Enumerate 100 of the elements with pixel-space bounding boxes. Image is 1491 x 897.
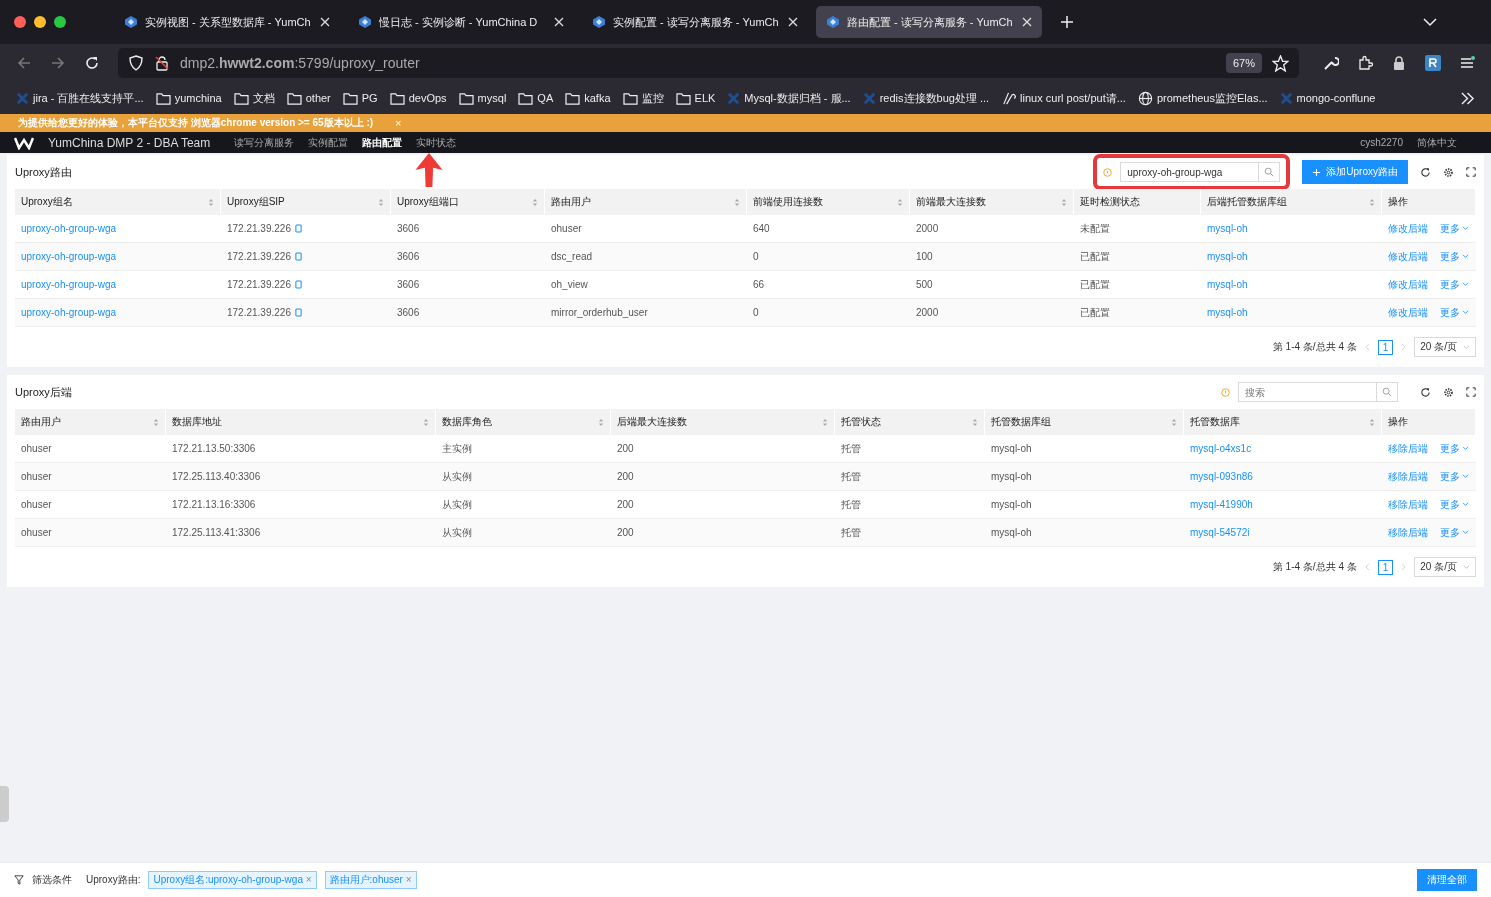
language-selector[interactable]: 简体中文	[1417, 135, 1457, 150]
reload-icon[interactable]	[84, 55, 100, 71]
lock-icon[interactable]	[1391, 55, 1407, 71]
new-tab-icon[interactable]	[1060, 15, 1074, 29]
bookmark-item[interactable]: mysql	[458, 91, 507, 105]
bookmark-item[interactable]: yumchina	[155, 91, 222, 105]
table-cell: 已配置	[1080, 305, 1110, 320]
refresh-icon[interactable]	[1420, 386, 1431, 398]
page-size-select[interactable]: 20 条/页	[1414, 337, 1476, 357]
sort-icon[interactable]	[153, 417, 159, 427]
search-field[interactable]: 搜索	[1238, 382, 1377, 402]
bookmark-item[interactable]: prometheus监控Elas...	[1137, 90, 1268, 106]
bookmark-item[interactable]: QA	[518, 91, 554, 105]
page-size-select[interactable]: 20 条/页	[1414, 557, 1476, 577]
column-header[interactable]: 后端托管数据库组	[1201, 189, 1382, 215]
sort-icon[interactable]	[1369, 417, 1375, 427]
nav-tab[interactable]: 路由配置	[362, 135, 403, 150]
bookmark-item[interactable]: devOps	[389, 91, 447, 105]
column-header[interactable]: Uproxy组端口	[391, 189, 545, 215]
plus-icon[interactable]	[1312, 167, 1322, 177]
bookmark-item[interactable]: jira - 百胜在线支持平...	[16, 90, 144, 106]
address-field[interactable]: dmp2.hwwt2.com:5799/uproxy_router	[180, 55, 420, 71]
column-header[interactable]: Uproxy组SIP	[221, 189, 391, 215]
user-name[interactable]: cysh2270	[1360, 137, 1403, 148]
forward-icon[interactable]	[50, 55, 66, 71]
fullscreen-icon[interactable]	[1466, 387, 1476, 397]
sort-icon[interactable]	[378, 197, 384, 207]
bookmark-item[interactable]: 监控	[622, 90, 664, 106]
bookmark-item[interactable]: mongo-conflune	[1279, 91, 1376, 105]
back-icon[interactable]	[16, 55, 32, 71]
settings-icon[interactable]	[1443, 386, 1454, 398]
sort-icon[interactable]	[734, 197, 740, 207]
browser-tab[interactable]: 实例配置 - 读写分离服务 - YumCh	[582, 6, 808, 38]
search-button[interactable]	[1377, 382, 1398, 402]
close-window-button[interactable]	[14, 16, 26, 28]
nav-tab[interactable]: 实例配置	[308, 135, 349, 150]
refresh-icon[interactable]	[1420, 166, 1431, 178]
copy-icon[interactable]	[294, 224, 302, 233]
browser-tab[interactable]: 慢日志 - 实例诊断 - YumChina D	[348, 6, 574, 38]
column-header[interactable]: 前端使用连接数	[747, 189, 910, 215]
copy-icon[interactable]	[294, 252, 302, 261]
column-header[interactable]: 后端最大连接数	[611, 409, 835, 435]
column-header[interactable]: 路由用户	[15, 409, 166, 435]
sort-icon[interactable]	[598, 417, 604, 427]
cross-logo-icon	[727, 91, 741, 105]
bookmark-item[interactable]: other	[286, 91, 331, 105]
bookmark-item[interactable]: linux curl post/put请...	[1001, 90, 1126, 106]
shield-icon[interactable]	[128, 55, 144, 71]
search-field[interactable]: uproxy-oh-group-wga	[1120, 162, 1260, 182]
sort-icon[interactable]	[532, 197, 538, 207]
tab-list-icon[interactable]	[1423, 17, 1437, 27]
column-header[interactable]: 托管数据库	[1184, 409, 1382, 435]
column-header[interactable]: Uproxy组名	[15, 189, 221, 215]
column-header[interactable]: 托管状态	[835, 409, 985, 435]
puzzle-icon[interactable]	[1357, 55, 1373, 71]
copy-icon[interactable]	[294, 308, 302, 317]
nav-tab[interactable]: 读写分离服务	[234, 135, 295, 150]
close-icon[interactable]	[554, 17, 564, 27]
search-icon[interactable]	[1382, 387, 1392, 397]
bookmark-item[interactable]: ELK	[675, 91, 716, 105]
side-handle[interactable]	[0, 786, 9, 822]
column-header[interactable]: 数据库角色	[436, 409, 611, 435]
sort-icon[interactable]	[423, 417, 429, 427]
browser-tab[interactable]: 实例视图 - 关系型数据库 - YumCh	[114, 6, 340, 38]
column-header[interactable]: 前端最大连接数	[910, 189, 1074, 215]
bookmark-item[interactable]: PG	[342, 91, 378, 105]
bookmark-item[interactable]: Mysql-数据归档 - 服...	[727, 90, 851, 106]
star-icon[interactable]	[1272, 54, 1289, 72]
insecure-lock-icon[interactable]	[154, 55, 170, 71]
search-button[interactable]	[1259, 162, 1281, 182]
search-icon[interactable]	[1264, 167, 1275, 177]
column-header[interactable]: 路由用户	[545, 189, 747, 215]
close-icon[interactable]	[320, 17, 330, 27]
sort-icon[interactable]	[1369, 197, 1375, 207]
browser-tab[interactable]: 路由配置 - 读写分离服务 - YumCh	[816, 6, 1042, 38]
copy-icon[interactable]	[294, 280, 302, 289]
bookmark-item[interactable]: 文档	[233, 90, 275, 106]
sort-icon[interactable]	[1061, 197, 1067, 207]
extension-icon[interactable]	[1425, 55, 1441, 71]
column-header[interactable]: 数据库地址	[166, 409, 436, 435]
bookmark-item[interactable]: kafka	[565, 91, 611, 105]
bookmark-item[interactable]: redis连接数bug处理 ...	[862, 90, 990, 106]
maximize-window-button[interactable]	[54, 16, 66, 28]
column-header[interactable]: 托管数据库组	[985, 409, 1184, 435]
minimize-window-button[interactable]	[34, 16, 46, 28]
more-bookmarks-icon[interactable]	[1460, 91, 1475, 105]
fullscreen-icon[interactable]	[1466, 167, 1476, 177]
sort-icon[interactable]	[822, 417, 828, 427]
close-icon[interactable]	[1022, 17, 1032, 27]
sort-icon[interactable]	[1171, 417, 1177, 427]
sort-icon[interactable]	[972, 417, 978, 427]
menu-icon[interactable]	[1459, 55, 1475, 71]
info-icon	[1221, 387, 1230, 397]
settings-icon[interactable]	[1443, 166, 1454, 178]
table-cell: ohuser	[21, 443, 52, 454]
nav-tab[interactable]: 实时状态	[416, 135, 457, 150]
zoom-level-button[interactable]: 67%	[1225, 53, 1262, 73]
sort-icon[interactable]	[897, 197, 903, 207]
sort-icon[interactable]	[208, 197, 214, 207]
close-icon[interactable]	[788, 17, 798, 27]
